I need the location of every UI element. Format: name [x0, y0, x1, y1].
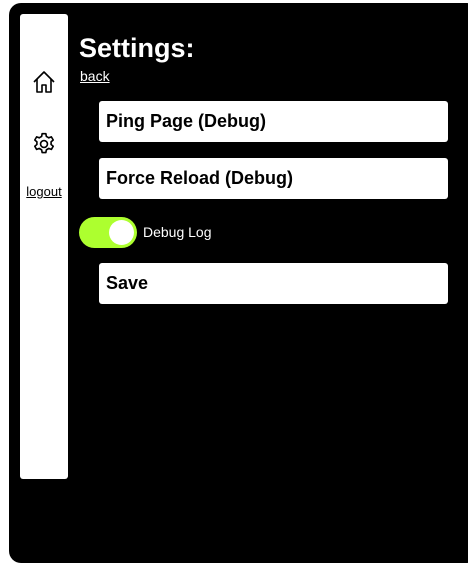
debug-log-toggle[interactable]	[79, 216, 137, 248]
save-button[interactable]: Save	[99, 263, 448, 304]
page-title: Settings:	[79, 33, 195, 63]
debug-log-setting: Debug Log	[79, 216, 212, 248]
logout-link[interactable]: logout	[20, 184, 68, 199]
sidebar-item-home[interactable]	[20, 66, 68, 102]
home-icon	[31, 69, 57, 100]
toggle-knob	[109, 219, 134, 245]
force-reload-button[interactable]: Force Reload (Debug)	[99, 158, 448, 199]
ping-page-button[interactable]: Ping Page (Debug)	[99, 101, 448, 142]
sidebar-item-settings[interactable]	[20, 128, 68, 164]
gear-icon	[31, 131, 57, 162]
back-link[interactable]: back	[80, 68, 110, 84]
debug-log-label: Debug Log	[143, 224, 212, 240]
sidebar: logout	[20, 14, 68, 479]
